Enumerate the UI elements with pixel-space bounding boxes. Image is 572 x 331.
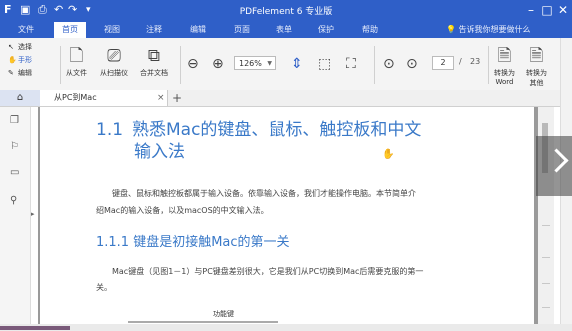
- ribbon: ↖ 选择 ✋手形 ✎ 编辑 🗋 从文件 ⎚ 从扫描仪 ⧉ 合并文档 ⊖ ⊕ 126%…: [0, 38, 560, 91]
- figure-caption: 功能键: [213, 310, 234, 318]
- heading-line-2: 输入法: [134, 142, 185, 162]
- title-bar: F ▣ ⎙ ↶ ↷ ▾ PDFelement 6 专业版 – □ ✕: [0, 0, 572, 22]
- ribbon-divider: [60, 46, 61, 84]
- menu-edit[interactable]: 编辑: [190, 24, 206, 36]
- subheading: 1.1.1 键盘是初接触Mac的第一关: [96, 235, 290, 250]
- close-window-button[interactable]: ✕: [556, 2, 570, 18]
- convert-word-label: 转换为: [494, 69, 515, 77]
- home-icon: ⌂: [16, 92, 24, 103]
- menu-comment[interactable]: 注释: [146, 24, 162, 36]
- combine-label: 合并文档: [140, 69, 168, 77]
- hand-mode-label: 手形: [18, 56, 32, 64]
- document-tab[interactable]: 从PC到Mac: [40, 90, 168, 106]
- menu-protect[interactable]: 保护: [318, 24, 334, 36]
- menu-bar: 文件 首页 视图 注释 编辑 页面 表单 保护 帮助 💡 告诉我你想要做什么: [0, 22, 572, 38]
- file-add-icon: 🗋: [69, 46, 84, 66]
- chevron-right-icon: [544, 148, 569, 173]
- menu-file[interactable]: 文件: [18, 24, 34, 36]
- bookmark-icon[interactable]: ⚐: [10, 141, 19, 152]
- hand-mode[interactable]: ✋手形: [8, 55, 32, 65]
- page-number-input[interactable]: 2: [432, 56, 454, 70]
- other-file-icon: 🗎: [529, 46, 544, 66]
- expand-panel-icon[interactable]: ▸: [31, 210, 35, 218]
- zoom-out-icon[interactable]: ⊖: [187, 56, 199, 72]
- edit-mode[interactable]: ✎ 编辑: [8, 68, 32, 78]
- minimize-button[interactable]: –: [524, 2, 538, 18]
- edit-icon: ✎: [8, 69, 14, 77]
- window-title: PDFelement 6 专业版: [239, 7, 333, 17]
- taskbar-fragment: [0, 326, 70, 330]
- heading-line-1: 熟悉Mac的键盘、鼠标、触控板和中文: [132, 120, 422, 140]
- menu-home[interactable]: 首页: [54, 22, 86, 38]
- comment-icon[interactable]: ▭: [10, 167, 19, 178]
- menu-help[interactable]: 帮助: [362, 24, 378, 36]
- edit-mode-label: 编辑: [18, 69, 32, 77]
- from-file-label: 从文件: [66, 69, 87, 77]
- select-mode-label: 选择: [18, 43, 32, 51]
- ribbon-divider: [374, 46, 375, 84]
- from-file-button[interactable]: 🗋 从文件: [66, 44, 87, 78]
- combine-icon: ⧉: [147, 46, 161, 66]
- scroll-tick: [542, 307, 550, 308]
- convert-other-label: 转换为: [526, 69, 547, 77]
- fullscreen-icon[interactable]: ⛶: [346, 56, 356, 72]
- home-tab[interactable]: ⌂: [0, 90, 40, 106]
- next-page-icon[interactable]: ⊙: [406, 56, 418, 72]
- hand-icon: ✋: [8, 56, 17, 64]
- scroll-tick: [542, 257, 550, 258]
- bottom-strip: [0, 324, 572, 331]
- left-sidebar: ❐ ⚐ ▭ ⚲: [0, 107, 31, 324]
- lightbulb-icon: 💡: [446, 25, 456, 34]
- paragraph-1-line-2: 绍Mac的输入设备，以及macOS的中文输入法。: [96, 206, 269, 215]
- convert-other-format: 其他: [529, 79, 544, 87]
- previous-page-icon[interactable]: ⊙: [383, 56, 395, 72]
- chevron-down-icon: ▼: [267, 60, 272, 67]
- word-file-icon: 🗎: [497, 46, 512, 66]
- paragraph-2-line-2: 关。: [96, 283, 112, 292]
- pdf-page: 1.1 熟悉Mac的键盘、鼠标、触控板和中文 输入法 ✋ 键盘、鼠标和触控板都属于…: [40, 107, 534, 324]
- total-pages: 23: [470, 57, 481, 66]
- fit-height-icon[interactable]: ⇕: [291, 56, 303, 72]
- heading-number: 1.1: [96, 120, 124, 140]
- page-heading: 1.1 熟悉Mac的键盘、鼠标、触控板和中文 输入法: [96, 119, 456, 163]
- from-scanner-label: 从扫描仪: [100, 69, 128, 77]
- figure-edge: [128, 321, 278, 323]
- convert-to-word-button[interactable]: 🗎 转换为 Word: [494, 44, 515, 86]
- convert-to-other-button[interactable]: 🗎 转换为 其他: [526, 44, 547, 88]
- convert-word-format: Word: [495, 78, 514, 86]
- hand-cursor-icon: ✋: [382, 149, 395, 160]
- thumbnails-icon[interactable]: ❐: [10, 115, 19, 126]
- menu-view[interactable]: 视图: [104, 24, 120, 36]
- document-viewport: 1.1 熟悉Mac的键盘、鼠标、触控板和中文 输入法 ✋ 键盘、鼠标和触控板都属于…: [38, 107, 554, 324]
- zoom-in-icon[interactable]: ⊕: [212, 56, 224, 72]
- paragraph-1-line-1: 键盘、鼠标和触控板都属于输入设备。依靠输入设备，我们才能操作电脑。本节简单介: [112, 189, 416, 198]
- help-search[interactable]: 💡 告诉我你想要做什么: [446, 24, 531, 36]
- close-tab-icon[interactable]: ×: [157, 90, 165, 106]
- new-tab-button[interactable]: +: [172, 90, 182, 106]
- paragraph-2-line-1: Mac键盘（见图1－1）与PC键盘差别很大，它是我们从PC切换到Mac后需要克服…: [112, 267, 424, 276]
- menu-page[interactable]: 页面: [234, 24, 250, 36]
- cursor-icon: ↖: [8, 43, 14, 51]
- search-icon[interactable]: ⚲: [10, 195, 17, 206]
- zoom-select[interactable]: 126% ▼: [234, 56, 276, 70]
- menu-form[interactable]: 表单: [276, 24, 292, 36]
- document-tab-bar: ⌂ 从PC到Mac × +: [0, 90, 560, 107]
- help-search-text: 告诉我你想要做什么: [458, 25, 531, 34]
- ribbon-divider: [488, 46, 489, 84]
- fit-page-icon[interactable]: ⬚: [318, 56, 331, 72]
- scanner-icon: ⎚: [107, 46, 121, 66]
- zoom-value: 126%: [239, 59, 262, 68]
- next-slide-button[interactable]: [536, 136, 572, 196]
- select-mode[interactable]: ↖ 选择: [8, 42, 32, 52]
- ribbon-divider: [180, 46, 181, 84]
- combine-button[interactable]: ⧉ 合并文档: [140, 44, 168, 78]
- scroll-tick: [542, 283, 550, 284]
- scroll-tick: [542, 225, 550, 226]
- from-scanner-button[interactable]: ⎚ 从扫描仪: [100, 44, 128, 78]
- page-separator: /: [459, 57, 462, 66]
- maximize-button[interactable]: □: [540, 2, 554, 18]
